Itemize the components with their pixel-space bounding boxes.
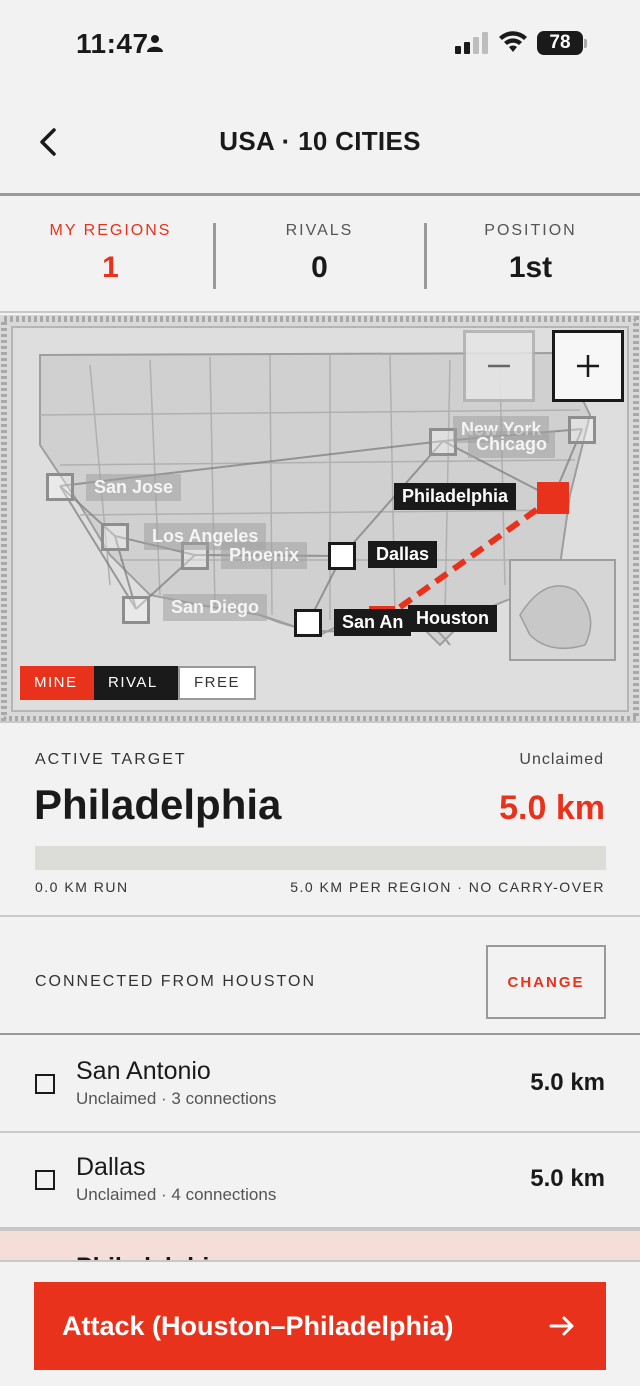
active-target-label: ACTIVE TARGET (35, 751, 187, 768)
status-time: 11:47 (76, 28, 149, 59)
battery-tip (584, 39, 587, 48)
change-button[interactable]: CHANGE (486, 945, 606, 1019)
city-label-philadelphia: Philadelphia (394, 483, 517, 510)
city-node-san-diego[interactable] (122, 596, 150, 624)
distance-run: 0.0 KM RUN (35, 879, 129, 895)
stat-value: 1 (102, 251, 119, 284)
active-target-distance: 5.0 km (499, 789, 605, 827)
stat-my-regions: MY REGIONS 1 (4, 199, 217, 313)
city-node-los-angeles[interactable] (101, 523, 129, 551)
cellular-signal-icon (455, 32, 488, 54)
target-list: San Antonio Unclaimed · 3 connections 5.… (0, 1037, 640, 1269)
stat-label: MY REGIONS (49, 222, 172, 239)
page-title: USA · 10 CITIES (219, 126, 421, 156)
list-item-subtitle: Unclaimed · 4 connections (76, 1185, 277, 1204)
status-bar: 11:47 78 (0, 0, 640, 90)
list-item[interactable]: Dallas Unclaimed · 4 connections 5.0 km (0, 1133, 640, 1229)
attack-button[interactable]: Attack (Houston–Philadelphia) (34, 1282, 606, 1370)
active-target-city: Philadelphia (34, 781, 282, 828)
active-target-panel: ACTIVE TARGET Unclaimed Philadelphia 5.0… (0, 725, 640, 917)
list-item-name: San Antonio (76, 1057, 211, 1085)
plus-icon (577, 355, 599, 377)
zoom-in-button[interactable] (552, 330, 624, 402)
zoom-out-button[interactable] (463, 330, 535, 402)
city-label-phoenix: Phoenix (221, 542, 308, 569)
map-background (0, 315, 640, 721)
connected-from-label: CONNECTED FROM HOUSTON (35, 973, 317, 990)
active-target-status: Unclaimed (519, 751, 604, 768)
bottom-action-bar: Attack (Houston–Philadelphia) (0, 1260, 640, 1386)
city-node-philadelphia[interactable] (537, 482, 569, 514)
list-item-subtitle: Unclaimed · 3 connections (76, 1089, 277, 1108)
minus-icon (488, 364, 510, 368)
stats-row: MY REGIONS 1 RIVALS 0 POSITION 1st (0, 199, 640, 313)
city-node-new-york[interactable] (568, 416, 596, 444)
battery-icon: 78 (537, 31, 583, 55)
city-label-chicago: Chicago (468, 431, 556, 458)
connected-from-panel: CONNECTED FROM HOUSTON CHANGE (0, 919, 640, 1035)
stat-rivals: RIVALS 0 (213, 199, 426, 313)
top-bar: USA · 10 CITIES (0, 100, 640, 196)
legend-rival: RIVAL (94, 666, 178, 700)
legend-mine: MINE (20, 666, 94, 700)
map-legend: MINE RIVAL FREE (20, 666, 256, 700)
city-node-san-antonio[interactable] (294, 609, 322, 637)
list-item-name: Dallas (76, 1153, 146, 1181)
stat-position: POSITION 1st (424, 199, 637, 313)
stat-value: 0 (311, 251, 328, 284)
city-node-dallas[interactable] (328, 542, 356, 570)
region-map[interactable]: New York Chicago San Jose Philadelphia L… (0, 315, 640, 723)
list-item-distance: 5.0 km (530, 1165, 605, 1192)
list-item-distance: 5.0 km (530, 1069, 605, 1096)
legend-free: FREE (178, 666, 256, 700)
region-rule: 5.0 KM PER REGION · NO CARRY-OVER (290, 879, 605, 895)
attack-button-label: Attack (Houston–Philadelphia) (62, 1310, 454, 1341)
city-label-houston: Houston (408, 605, 497, 632)
arrow-right-icon (549, 1316, 574, 1336)
stat-label: RIVALS (285, 222, 354, 239)
city-label-san-diego: San Diego (163, 594, 268, 621)
checkbox[interactable] (35, 1170, 55, 1190)
city-label-dallas: Dallas (368, 541, 438, 568)
checkbox[interactable] (35, 1074, 55, 1094)
person-icon (147, 35, 163, 52)
list-item[interactable]: San Antonio Unclaimed · 3 connections 5.… (0, 1037, 640, 1133)
city-node-san-jose[interactable] (46, 473, 74, 501)
wifi-icon (499, 31, 527, 52)
progress-bar (35, 846, 606, 870)
city-label-san-antonio: San An (334, 609, 412, 636)
stat-value: 1st (508, 251, 553, 284)
city-label-san-jose: San Jose (86, 474, 182, 501)
stat-label: POSITION (484, 222, 577, 239)
